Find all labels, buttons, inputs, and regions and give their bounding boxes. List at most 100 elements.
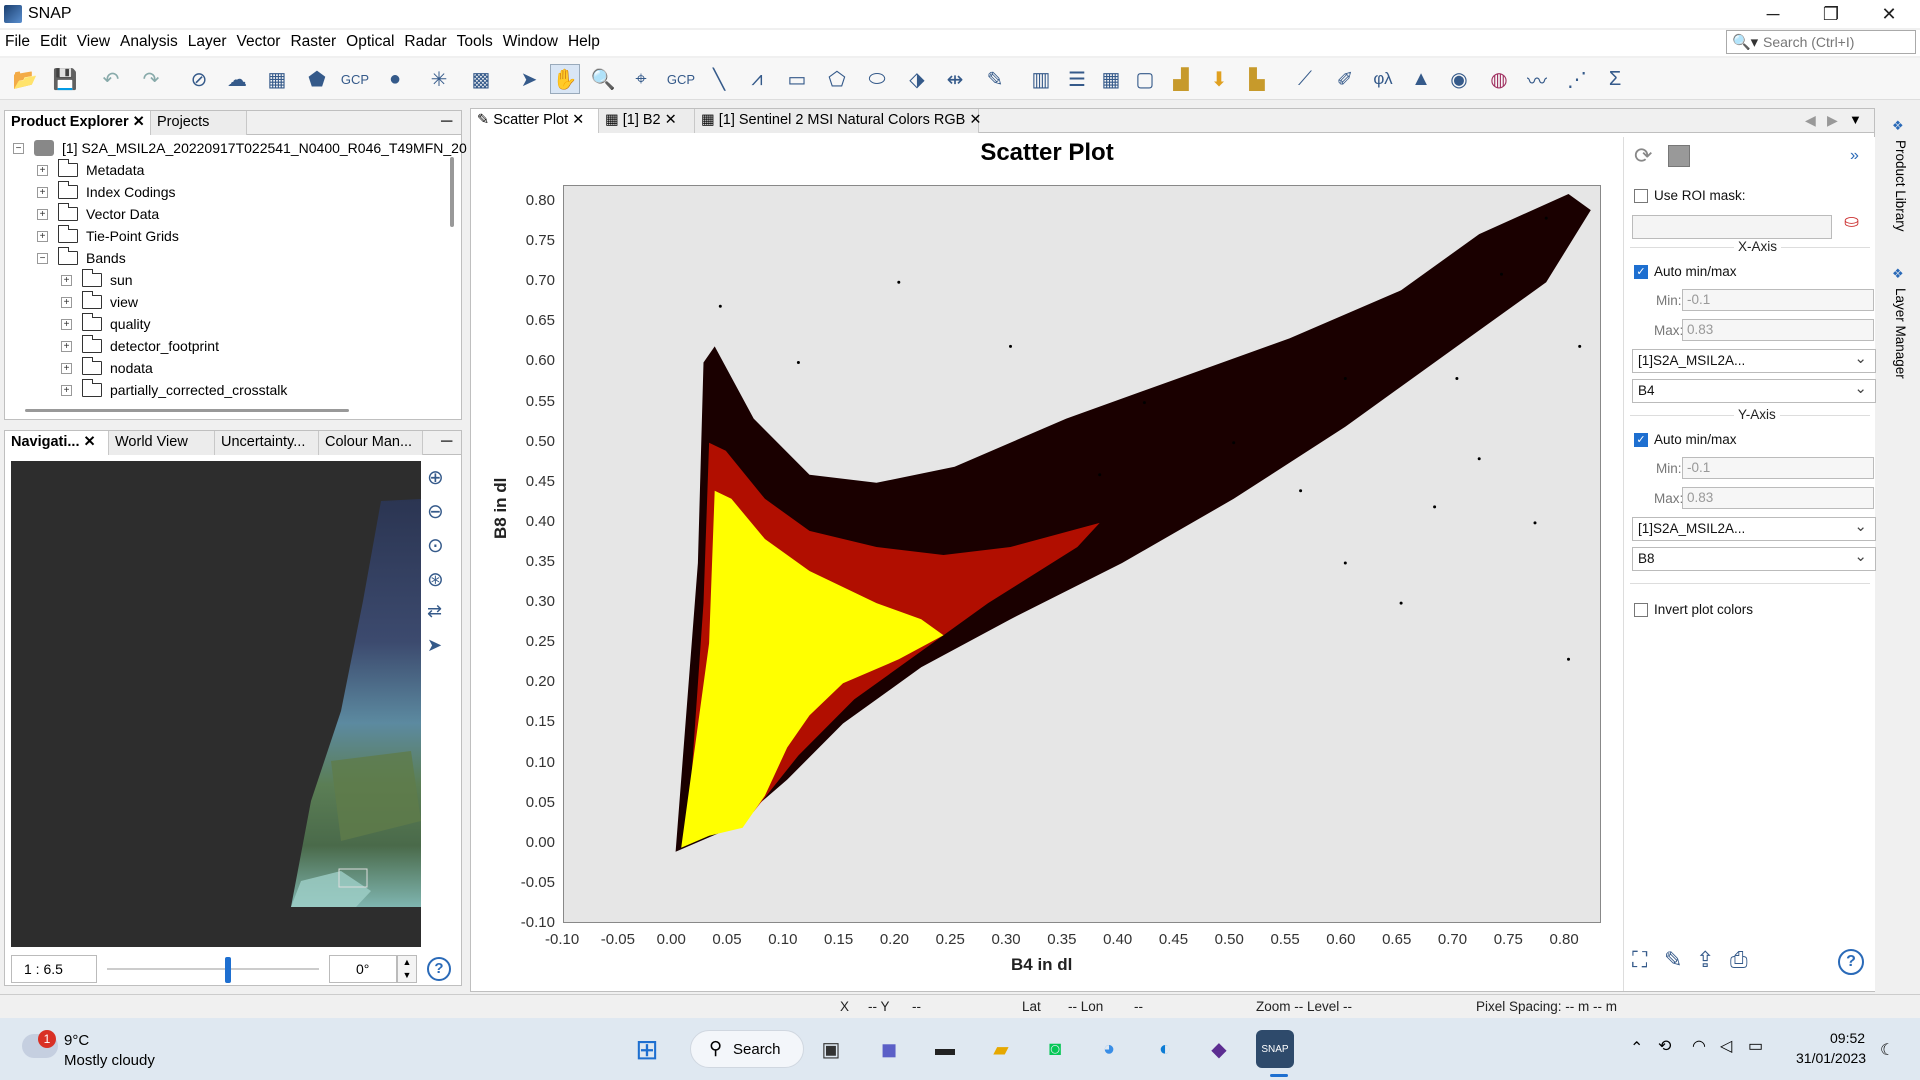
select-tool-icon[interactable]: ➤ — [514, 64, 544, 94]
tab-navigation[interactable]: Navigati... ✕ — [5, 431, 109, 455]
collapse-icon[interactable]: − — [13, 142, 24, 154]
wifi-icon[interactable]: ◠ — [1692, 1036, 1706, 1056]
zoom-out-icon[interactable]: ⊖ — [427, 499, 444, 524]
menu-help[interactable]: Help — [563, 30, 605, 51]
pencil-icon[interactable]: ✎ — [980, 64, 1010, 94]
panel-minimize-icon[interactable]: ─ — [441, 113, 452, 131]
spectrum-icon[interactable]: ▟ — [1166, 64, 1196, 94]
layer-manager-icon[interactable]: ❖ — [1892, 266, 1904, 282]
minimize-button[interactable]: ─ — [1744, 0, 1802, 28]
product-library-icon[interactable]: ❖ — [1892, 118, 1904, 134]
menu-tools[interactable]: Tools — [452, 30, 498, 51]
y-product-combo[interactable]: [1]S2A_MSIL2A... — [1632, 517, 1876, 541]
tab-projects[interactable]: Projects — [151, 111, 247, 135]
raster-grid-icon[interactable]: ▩ — [466, 64, 496, 94]
clock-date[interactable]: 31/01/2023 — [1796, 1050, 1866, 1066]
collapse-panel-icon[interactable]: » — [1850, 147, 1859, 165]
task-view-icon[interactable]: ▣ — [812, 1030, 850, 1068]
rotation-spinner[interactable]: ▲ ▼ — [397, 955, 417, 983]
roi-mask-combo[interactable] — [1632, 215, 1832, 239]
tab-natural-colors[interactable]: ▦ [1] Sentinel 2 MSI Natural Colors RGB … — [695, 109, 982, 133]
menu-edit[interactable]: Edit — [35, 30, 72, 51]
menu-file[interactable]: File — [0, 30, 35, 51]
tree-item-metadata[interactable]: + Metadata — [37, 159, 144, 181]
gcp-icon[interactable]: GCP — [340, 64, 370, 94]
ellipse-tool-icon[interactable]: ⬭ — [862, 64, 892, 94]
tree-item-bands[interactable]: − Bands — [37, 247, 126, 269]
sync-views-icon[interactable]: ⇄ — [427, 601, 442, 622]
menu-view[interactable]: View — [72, 30, 115, 51]
restore-button[interactable]: ❐ — [1802, 0, 1860, 28]
zoom-slider-thumb[interactable] — [225, 957, 231, 983]
scatter-plot-area[interactable] — [563, 185, 1601, 923]
redo-icon[interactable]: ↷ — [136, 64, 166, 94]
edit-chart-icon[interactable]: ✎ — [1664, 947, 1682, 973]
menu-radar[interactable]: Radar — [399, 30, 451, 51]
tile-single-icon[interactable]: ▢ — [1130, 64, 1160, 94]
close-button[interactable]: ✕ — [1860, 0, 1918, 28]
profile-icon[interactable]: ▙ — [1242, 64, 1272, 94]
show-hidden-icons[interactable]: ⌃ — [1630, 1038, 1643, 1058]
tree-item-view[interactable]: + view — [61, 291, 138, 313]
tree-item-nodata[interactable]: + nodata — [61, 357, 153, 379]
close-tab-icon[interactable]: ✕ — [665, 112, 677, 128]
horizontal-scrollbar[interactable] — [25, 409, 349, 412]
menu-layer[interactable]: Layer — [183, 30, 232, 51]
tab-world-view[interactable]: World View — [109, 431, 215, 455]
mask-manager-icon[interactable]: ⟋ — [1290, 64, 1320, 94]
tree-item-partially-corrected-crosstalk[interactable]: + partially_corrected_crosstalk — [61, 379, 287, 401]
menu-optical[interactable]: Optical — [341, 30, 399, 51]
cloud-icon[interactable]: ● — [380, 64, 410, 94]
tab-colour-manipulation[interactable]: Colour Man... — [319, 431, 423, 455]
rectangle-tool-icon[interactable]: ▭ — [782, 64, 812, 94]
information-icon[interactable]: ◉ — [1444, 64, 1474, 94]
app-icon[interactable]: ◆ — [1200, 1030, 1238, 1068]
tree-item-sun[interactable]: + sun — [61, 269, 133, 291]
zoom-slider-track[interactable] — [107, 968, 319, 970]
close-tab-icon[interactable]: ✕ — [969, 112, 981, 128]
wand-icon[interactable]: ✳ — [424, 64, 454, 94]
tab-list-icon[interactable]: ▼ — [1849, 112, 1862, 127]
terminal-icon[interactable]: ▬ — [926, 1030, 964, 1068]
refresh-icon[interactable]: ⟳ — [1634, 143, 1652, 169]
menu-vector[interactable]: Vector — [232, 30, 286, 51]
tree-item-tie-point-grids[interactable]: + Tie-Point Grids — [37, 225, 179, 247]
statistics-icon[interactable]: ◍ — [1484, 64, 1514, 94]
sync-cursor-icon[interactable]: ➤ — [427, 635, 442, 656]
product-root[interactable]: − [1] S2A_MSIL2A_20220917T022541_N0400_R0… — [13, 137, 467, 159]
save-product-icon[interactable]: 💾 — [50, 64, 80, 94]
zoom-all-icon[interactable]: ⊛ — [427, 567, 444, 592]
session-icon[interactable]: ⊘ — [184, 64, 214, 94]
close-tab-icon[interactable]: ✕ — [572, 112, 584, 128]
tile-vertical-icon[interactable]: ▦ — [1096, 64, 1126, 94]
pan-tool-icon[interactable]: ✋ — [550, 64, 580, 94]
y-min-field[interactable]: -0.1 — [1682, 457, 1874, 479]
x-auto-minmax-checkbox[interactable]: ✓ — [1634, 265, 1648, 279]
navigation-preview[interactable] — [11, 461, 421, 947]
invert-colors-checkbox[interactable] — [1634, 603, 1648, 617]
tab-b2[interactable]: ▦ [1] B2 ✕ — [599, 109, 695, 133]
weather-temperature[interactable]: 9°C — [64, 1032, 89, 1049]
tab-product-explorer[interactable]: Product Explorer ✕ — [5, 111, 151, 135]
histogram-icon[interactable]: ▲ — [1406, 64, 1436, 94]
vertical-scrollbar[interactable] — [450, 157, 454, 227]
line-tool-icon[interactable]: ╲ — [704, 64, 734, 94]
pin-placing-icon[interactable]: ⌖ — [626, 64, 656, 94]
zoom-pixel-icon[interactable]: ⊙ — [427, 533, 444, 558]
sync-tray-icon[interactable]: ⟲ — [1658, 1036, 1671, 1056]
snap-taskbar-icon[interactable]: SNAP — [1256, 1030, 1294, 1068]
x-band-combo[interactable]: B4 — [1632, 379, 1876, 403]
weather-description[interactable]: Mostly cloudy — [64, 1052, 155, 1069]
menu-analysis[interactable]: Analysis — [115, 30, 183, 51]
print-icon[interactable]: ⎙ — [1730, 947, 1748, 973]
zoom-in-icon[interactable]: ⊕ — [427, 465, 444, 490]
help-icon[interactable]: ? — [427, 957, 451, 981]
tree-item-quality[interactable]: + quality — [61, 313, 150, 335]
y-band-combo[interactable]: B8 — [1632, 547, 1876, 571]
scroll-tabs-right-icon[interactable]: ▶ — [1827, 112, 1838, 129]
docker-icon[interactable]: ◕ — [1090, 1030, 1128, 1068]
zoom-tool-icon[interactable]: 🔍 — [588, 64, 618, 94]
stop-icon[interactable] — [1668, 145, 1690, 167]
mask-manager-icon[interactable]: ⛀ — [1844, 211, 1859, 232]
taskbar-search-button[interactable]: ⚲ Search — [690, 1030, 804, 1068]
